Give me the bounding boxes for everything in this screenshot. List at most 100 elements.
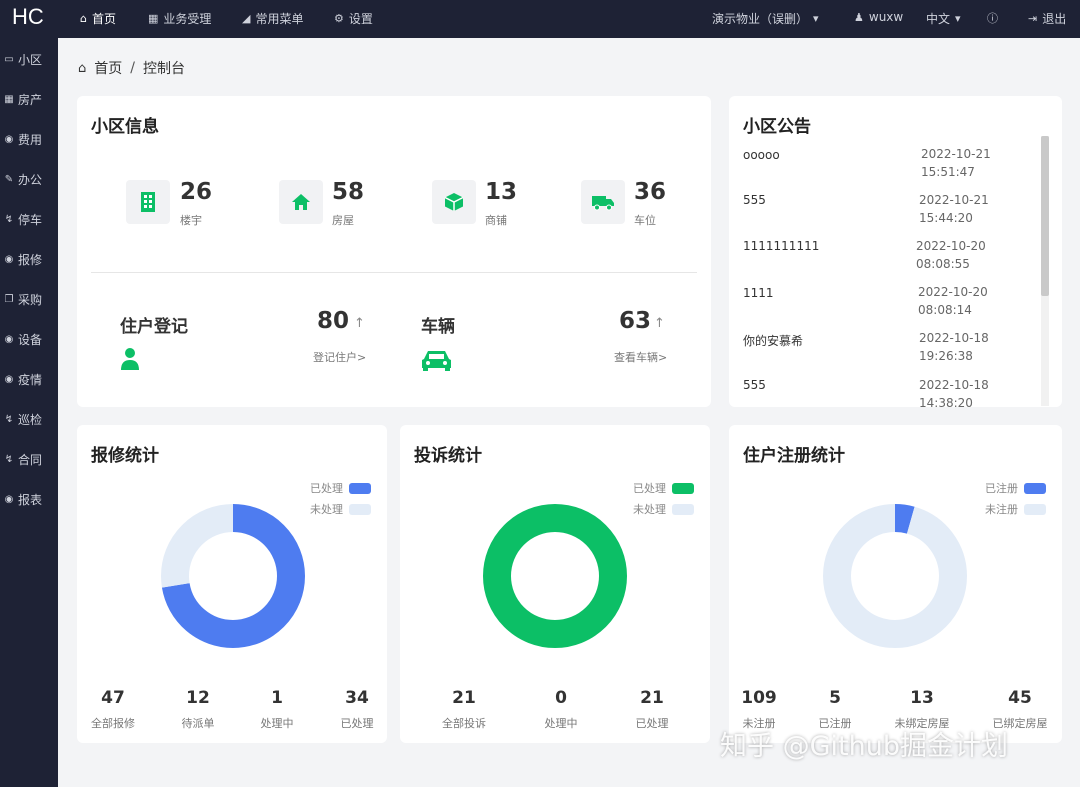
shop-count: 13 <box>485 179 518 205</box>
notice-title[interactable]: 555 <box>743 378 766 392</box>
home-icon: ⌂ <box>80 12 87 25</box>
house-icon <box>279 180 323 224</box>
legend-processed[interactable]: 已处理 <box>633 480 694 496</box>
community-name: 演示物业（误删） <box>712 12 809 26</box>
gear-icon: ⚙ <box>334 12 344 25</box>
legend-label: 已处理 <box>633 482 666 495</box>
sidebar-item-property[interactable]: ▦ 房产 <box>3 91 42 108</box>
logout-label: 退出 <box>1042 12 1067 26</box>
total-complaint-count: 21 <box>452 688 476 708</box>
scroll-thumb[interactable] <box>1041 136 1049 296</box>
bolt-icon: ↯ <box>4 454 14 465</box>
pending-dispatch-count: 12 <box>186 688 210 708</box>
logout-button[interactable]: ⇥ 退出 <box>1028 10 1066 27</box>
legend-registered[interactable]: 已注册 <box>985 480 1046 496</box>
notice-scrollbar[interactable] <box>1041 136 1049 406</box>
sidebar-item-office[interactable]: ✎ 办公 <box>3 171 42 188</box>
notice-title[interactable]: 555 <box>743 193 766 207</box>
sidebar-item-fees[interactable]: ◉ 费用 <box>3 131 42 148</box>
card-title: 投诉统计 <box>414 446 482 466</box>
laptop-icon: ▭ <box>4 54 14 65</box>
nav-home[interactable]: ⌂ 首页 <box>80 10 116 27</box>
watermark: 知乎 @Github掘金计划 <box>720 731 1008 762</box>
in-progress-count: 1 <box>271 688 283 708</box>
processed-label: 已处理 <box>340 717 374 730</box>
edit-icon: ✎ <box>4 174 14 185</box>
sidebar-item-label: 报表 <box>18 493 43 507</box>
sidebar-item-label: 巡检 <box>18 413 43 427</box>
card-title: 小区信息 <box>91 117 159 137</box>
notice-time: 2022-10-20 08:08:14 <box>918 283 988 319</box>
breadcrumb-separator: / <box>130 60 135 76</box>
notice-title[interactable]: 1111 <box>743 286 774 300</box>
donut-slice-已处理[interactable] <box>483 504 627 648</box>
donut-slice-未注册[interactable] <box>823 504 967 648</box>
help-button[interactable]: ⓘ <box>987 10 998 26</box>
nav-business-label: 业务受理 <box>163 12 212 26</box>
sidebar-item-epidemic[interactable]: ◉ 疫情 <box>3 371 42 388</box>
table-icon: ▦ <box>148 12 159 25</box>
notice-title[interactable]: 1111111111 <box>743 239 819 253</box>
user-menu[interactable]: ♟ wuxw <box>854 10 903 24</box>
divider <box>91 272 697 273</box>
legend-processed[interactable]: 已处理 <box>310 480 371 496</box>
language-switcher[interactable]: 中文 ▾ <box>926 10 961 27</box>
breadcrumb: ⌂ 首页 / 控制台 <box>78 58 185 78</box>
sidebar-item-repair[interactable]: ◉ 报修 <box>3 251 42 268</box>
nav-common-menu-label: 常用菜单 <box>255 12 304 26</box>
notice-clock: 08:08:14 <box>918 303 972 317</box>
building-label: 楼宇 <box>180 214 202 227</box>
caret-down-icon: ▾ <box>813 12 819 25</box>
view-vehicle-link[interactable]: 查看车辆> <box>614 349 667 365</box>
bolt-icon: ↯ <box>4 214 14 225</box>
sidebar-item-equipment[interactable]: ◉ 设备 <box>3 331 42 348</box>
notice-clock: 15:44:20 <box>919 211 973 225</box>
sidebar-item-community[interactable]: ▭ 小区 <box>3 51 42 68</box>
community-switcher[interactable]: 演示物业（误删） ▾ <box>712 10 819 27</box>
legend-unregistered[interactable]: 未注册 <box>985 501 1046 517</box>
nav-common-menu[interactable]: ◢ 常用菜单 <box>242 10 303 27</box>
notice-date: 2022-10-21 <box>921 147 991 161</box>
register-donut-chart <box>823 504 967 648</box>
community-info-card: 小区信息 26 楼宇 58 房屋 13 商铺 36 车位 住户登记 80 ↑ 登… <box>77 96 711 407</box>
nav-settings-label: 设置 <box>348 12 373 26</box>
help-icon: ⓘ <box>987 12 998 25</box>
sidebar-item-report[interactable]: ◉ 报表 <box>3 491 42 508</box>
logout-icon: ⇥ <box>1028 12 1038 25</box>
sidebar-item-parking[interactable]: ↯ 停车 <box>3 211 42 228</box>
vehicle-count: 63 <box>619 308 652 334</box>
notice-title[interactable]: ooooo <box>743 148 780 162</box>
notice-time: 2022-10-21 15:51:47 <box>921 145 991 181</box>
nav-settings[interactable]: ⚙ 设置 <box>334 10 373 27</box>
brand-logo[interactable]: HC <box>12 4 44 30</box>
sidebar-item-label: 房产 <box>18 93 43 107</box>
notice-clock: 14:38:20 <box>919 396 973 407</box>
pending-dispatch-label: 待派单 <box>181 717 215 730</box>
sidebar-item-label: 办公 <box>18 173 43 187</box>
complaint-donut-chart <box>483 504 627 648</box>
legend-unprocessed[interactable]: 未处理 <box>633 501 694 517</box>
legend-label: 未注册 <box>985 503 1018 516</box>
notice-time: 2022-10-21 15:44:20 <box>919 191 989 227</box>
in-progress-label: 处理中 <box>260 717 294 730</box>
sidebar-item-purchase[interactable]: ❐ 采购 <box>3 291 43 308</box>
total-repair-count: 47 <box>101 688 125 708</box>
unbound-house-count: 13 <box>910 688 934 708</box>
register-owner-link[interactable]: 登记住户> <box>313 349 366 365</box>
total-repair-label: 全部报修 <box>91 717 135 730</box>
legend-label: 已注册 <box>985 482 1018 495</box>
sidebar-item-label: 采购 <box>18 293 43 307</box>
caret-down-icon: ▾ <box>955 12 961 25</box>
legend-unprocessed[interactable]: 未处理 <box>310 501 371 517</box>
user-icon <box>120 347 140 375</box>
nav-business[interactable]: ▦ 业务受理 <box>148 10 211 27</box>
globe-icon: ◉ <box>4 374 14 385</box>
parking-count: 36 <box>634 179 667 205</box>
language-label: 中文 <box>926 12 951 26</box>
notice-time: 2022-10-18 19:26:38 <box>919 329 989 365</box>
in-progress-count: 0 <box>555 688 567 708</box>
breadcrumb-home[interactable]: 首页 <box>94 58 122 78</box>
sidebar-item-inspection[interactable]: ↯ 巡检 <box>3 411 42 428</box>
notice-title[interactable]: 你的安慕希 <box>743 332 803 349</box>
sidebar-item-contract[interactable]: ↯ 合同 <box>3 451 42 468</box>
